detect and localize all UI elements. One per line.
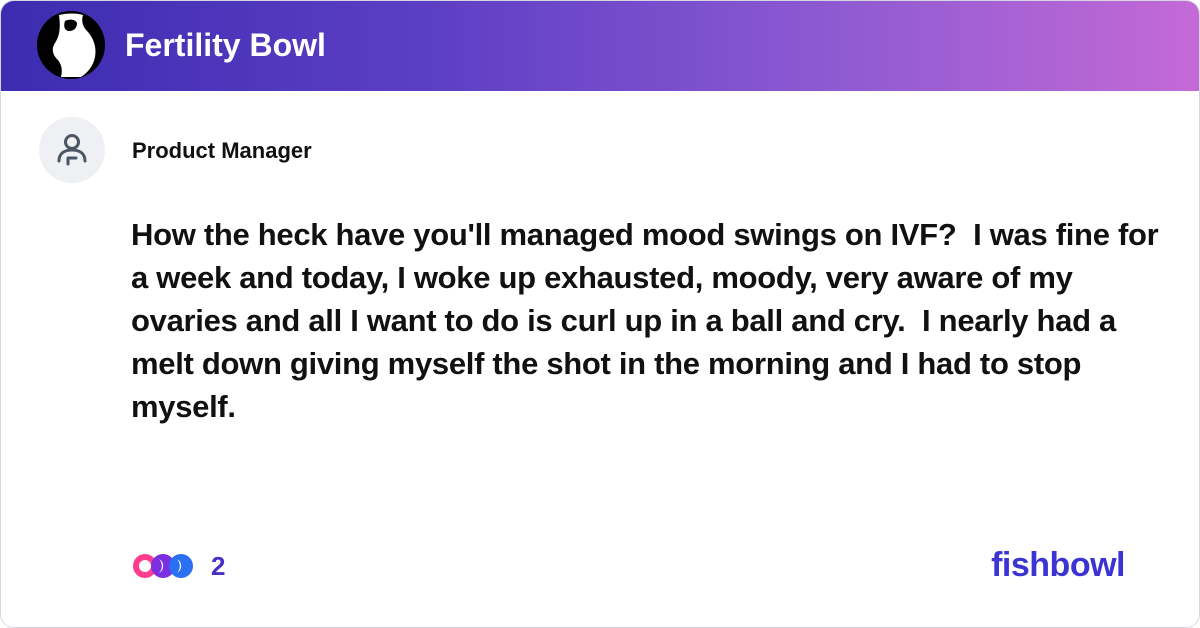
reaction-blue-icon: [169, 554, 193, 578]
bowl-title[interactable]: Fertility Bowl: [125, 23, 326, 67]
fishbowl-logo[interactable]: fishbowl: [991, 543, 1125, 587]
post-author: Product Manager: [132, 138, 312, 163]
bowl-header: Fertility Bowl: [1, 1, 1199, 91]
reaction-icons[interactable]: [131, 549, 201, 583]
reaction-count[interactable]: 2: [211, 549, 225, 583]
post-body: How the heck have you'll managed mood sw…: [131, 217, 1167, 424]
user-avatar-icon[interactable]: [39, 117, 105, 183]
pregnant-silhouette-icon: [37, 11, 105, 79]
post-card: Fertility Bowl Product Manager How the h…: [0, 0, 1200, 628]
